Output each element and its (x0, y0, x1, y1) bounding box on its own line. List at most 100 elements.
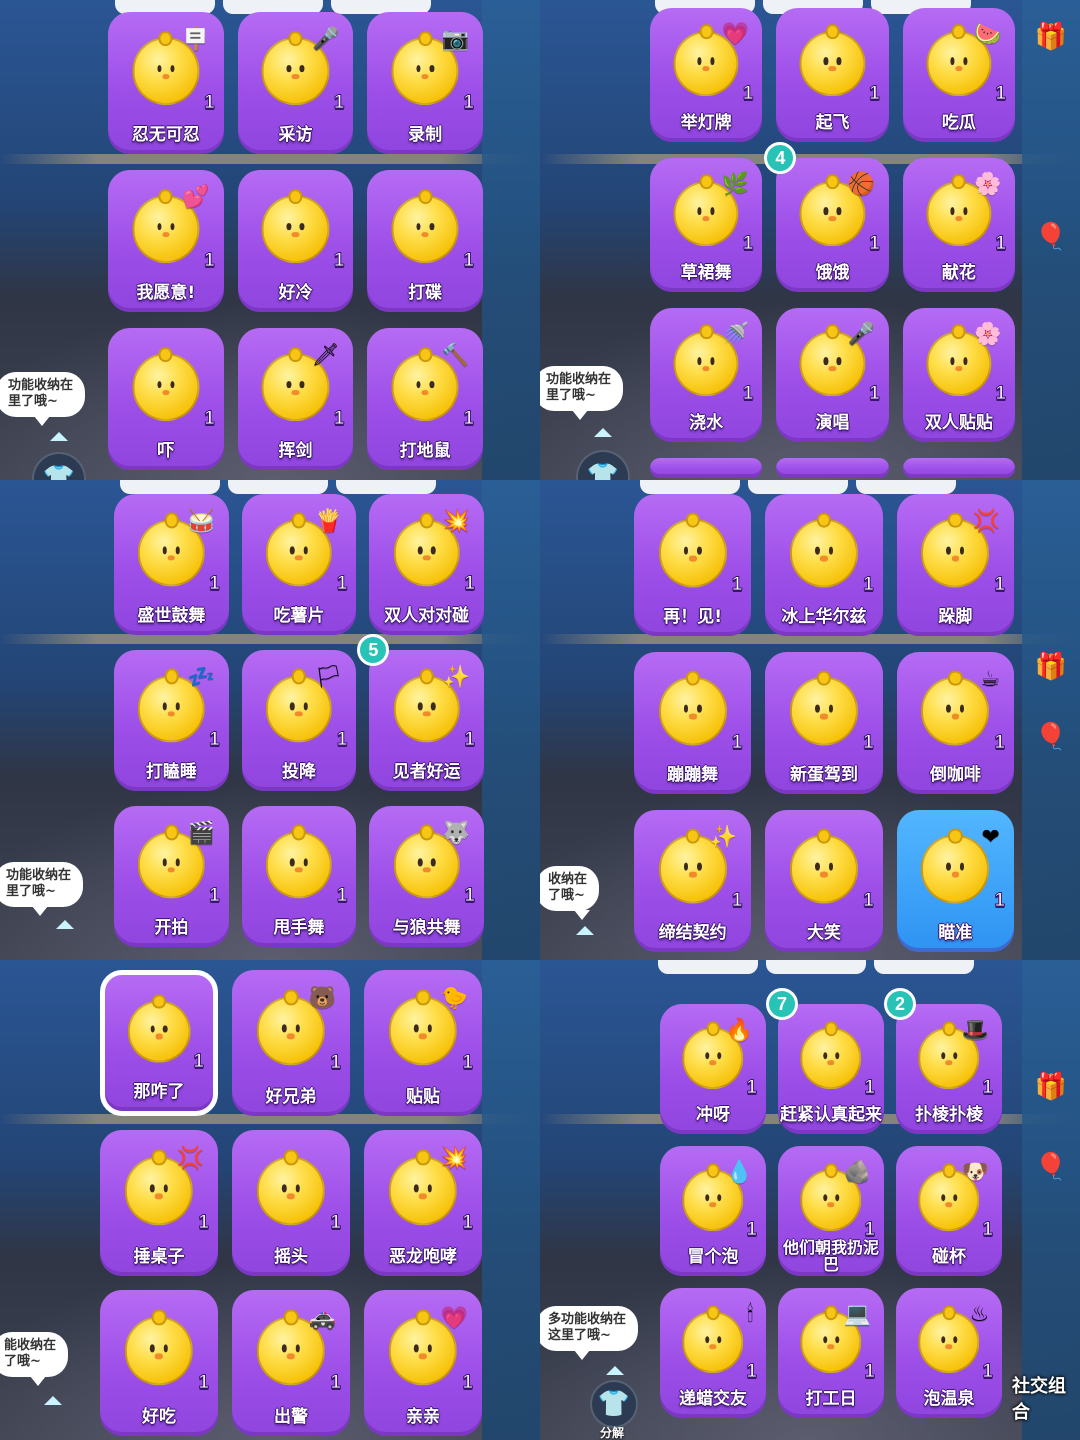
balloon-icon[interactable]: 🎈 (1034, 220, 1068, 254)
emote-card[interactable]: 💧 1 冒个泡 (660, 1146, 766, 1276)
wardrobe-button[interactable]: 👕 (576, 450, 630, 480)
emote-card[interactable]: 🔨 1 打地鼠 (367, 328, 483, 470)
item-count: 1 (982, 1360, 994, 1382)
balloon-icon[interactable]: 🎈 (1034, 720, 1068, 754)
emote-card[interactable]: 1吓 (108, 328, 224, 470)
tab[interactable] (120, 480, 220, 494)
emote-card[interactable]: 🚿 1 浇水 (650, 308, 763, 442)
emote-card-peek[interactable] (650, 458, 763, 478)
emote-card[interactable]: ☕ 1 倒咖啡 (896, 652, 1014, 794)
emote-label: 演唱 (815, 413, 850, 434)
tab[interactable] (640, 480, 740, 494)
expand-up-arrow-icon[interactable] (594, 428, 612, 437)
emote-card[interactable]: 🚓 1 出警 (232, 1290, 350, 1436)
emote-card[interactable]: 🏳 1 投降 (241, 650, 357, 791)
emote-card[interactable]: 1 甩手舞 (241, 806, 357, 947)
emote-card[interactable]: 🌸 1 双人贴贴 (902, 308, 1015, 442)
emote-card-selected[interactable]: 1 那咋了 (100, 970, 218, 1116)
item-count: 1 (462, 1051, 474, 1073)
emote-card[interactable]: 1 大笑 (765, 810, 883, 952)
tab[interactable] (766, 960, 866, 974)
gift-icon[interactable]: 🎁 (1034, 1070, 1068, 1104)
emote-card[interactable]: 💥 1 双人对对碰 (369, 494, 484, 635)
emote-card[interactable]: 💕 1 我愿意! (108, 170, 224, 312)
emote-card[interactable]: 🔥 1 冲呀 (660, 1004, 766, 1134)
emote-card[interactable]: 🌿 1 草裙舞 (650, 158, 763, 292)
wardrobe-button[interactable]: 👕 (32, 452, 86, 480)
prop-icon: ✨ (709, 825, 738, 851)
emote-card[interactable]: 📷 1 录制 (367, 12, 483, 154)
expand-up-arrow-icon[interactable] (44, 1396, 62, 1405)
item-count: 1 (994, 889, 1006, 911)
tab[interactable] (856, 480, 956, 494)
emote-label: 盛世鼓舞 (137, 606, 206, 627)
prop-icon: 🌿 (721, 172, 749, 198)
emote-card[interactable]: 🐻 1 好兄弟 (232, 970, 350, 1116)
decompose-button[interactable]: 👕 (590, 1380, 638, 1428)
emote-card[interactable]: 💢 1 跺脚 (896, 494, 1014, 636)
item-count: 1 (209, 728, 221, 750)
emote-card[interactable]: 🎬 1 开拍 (114, 806, 229, 947)
emote-card-selected[interactable]: ❤ 1 瞄准 (896, 810, 1014, 952)
emote-card[interactable]: 4 🏀 1 饿饿 (764, 142, 889, 292)
tab[interactable] (336, 480, 436, 494)
emote-label: 再！见! (663, 607, 723, 628)
emote-card[interactable]: 🐺 1 与狼共舞 (369, 806, 484, 947)
emote-card[interactable]: 💗 1 亲亲 (364, 1290, 482, 1436)
item-count: 1 (982, 1076, 994, 1098)
emote-card[interactable]: 🎤 1 演唱 (776, 308, 889, 442)
tab[interactable] (228, 480, 328, 494)
emote-card[interactable]: 🐤 1 贴贴 (364, 970, 482, 1116)
emote-card[interactable]: 💻 1 打工日 (778, 1288, 884, 1418)
panel-4: 🎁 🎈 1 再！见! 1 冰上华尔兹 💢 1 跺脚 1 蹦蹦舞 1 新蛋驾到 ☕ 1 倒咖啡 ✨… (540, 480, 1080, 960)
emote-card[interactable]: 1 新蛋驾到 (765, 652, 883, 794)
balloon-icon[interactable]: 🎈 (1034, 1150, 1068, 1184)
emote-card[interactable]: 🪧 1 忍无可忍 (108, 12, 224, 154)
emote-card[interactable]: 2 🎩 1 扑棱扑棱 (884, 988, 1002, 1134)
emote-label: 冲呀 (696, 1105, 730, 1126)
emote-card[interactable]: ✨ 1 缔结契约 (634, 810, 752, 952)
emote-card[interactable]: 💤 1 打瞌睡 (114, 650, 229, 791)
emote-card[interactable]: 🎤 1 采访 (237, 12, 354, 154)
emote-card[interactable]: 1 好吃 (100, 1290, 218, 1436)
emote-card[interactable]: 🌸 1 献花 (902, 158, 1015, 292)
emote-card-peek[interactable] (776, 458, 889, 478)
emote-card[interactable]: 1 冰上华尔兹 (765, 494, 883, 636)
emote-card-peek[interactable] (902, 458, 1015, 478)
tab[interactable] (874, 960, 974, 974)
prop-icon: 🐤 (440, 985, 468, 1011)
emote-label: 那咋了 (133, 1082, 185, 1103)
emote-card[interactable]: 🐶 1 碰杯 (896, 1146, 1002, 1276)
emote-card[interactable]: 7 1 赶紧认真起来 (766, 988, 884, 1134)
emote-card[interactable]: 💗 1 举灯牌 (650, 8, 763, 142)
emote-card[interactable]: 1 好冷 (237, 170, 354, 312)
emote-card[interactable]: 💢 1 捶桌子 (100, 1130, 218, 1276)
chick-icon (800, 1027, 862, 1089)
gift-icon[interactable]: 🎁 (1034, 20, 1068, 54)
social-combo-label[interactable]: 社交组合 (1012, 1372, 1080, 1424)
prop-icon: 💥 (442, 508, 471, 534)
emote-card[interactable]: 🥁 1 盛世鼓舞 (114, 494, 229, 635)
emote-card[interactable]: 1 摇头 (232, 1130, 350, 1276)
emote-card[interactable]: 1 打碟 (367, 170, 483, 312)
expand-up-arrow-icon[interactable] (56, 920, 74, 929)
expand-up-arrow-icon[interactable] (576, 926, 594, 935)
emote-card[interactable]: 💥 1 恶龙咆哮 (364, 1130, 482, 1276)
emote-card[interactable]: 🪨 1 他们朝我扔泥巴 (778, 1146, 884, 1276)
item-count: 1 (330, 1371, 342, 1393)
expand-up-arrow-icon[interactable] (606, 1366, 624, 1375)
expand-up-arrow-icon[interactable] (50, 432, 68, 441)
item-count: 1 (863, 731, 875, 753)
emote-card[interactable]: 1 蹦蹦舞 (634, 652, 752, 794)
emote-card[interactable]: 🕯 1 递蜡交友 (660, 1288, 766, 1418)
emote-card[interactable]: 🗡 1 挥剑 (237, 328, 354, 470)
emote-card[interactable]: 🍟 1 吃薯片 (241, 494, 357, 635)
emote-card[interactable]: 5 ✨ 1 见者好运 (357, 634, 484, 791)
emote-card[interactable]: 1 再！见! (634, 494, 752, 636)
tab[interactable] (748, 480, 848, 494)
emote-card[interactable]: 1 起飞 (776, 8, 889, 142)
emote-card[interactable]: ♨ 1 泡温泉 (896, 1288, 1002, 1418)
gift-icon[interactable]: 🎁 (1034, 650, 1068, 684)
emote-card[interactable]: 🍉 1 吃瓜 (902, 8, 1015, 142)
tab[interactable] (658, 960, 758, 974)
